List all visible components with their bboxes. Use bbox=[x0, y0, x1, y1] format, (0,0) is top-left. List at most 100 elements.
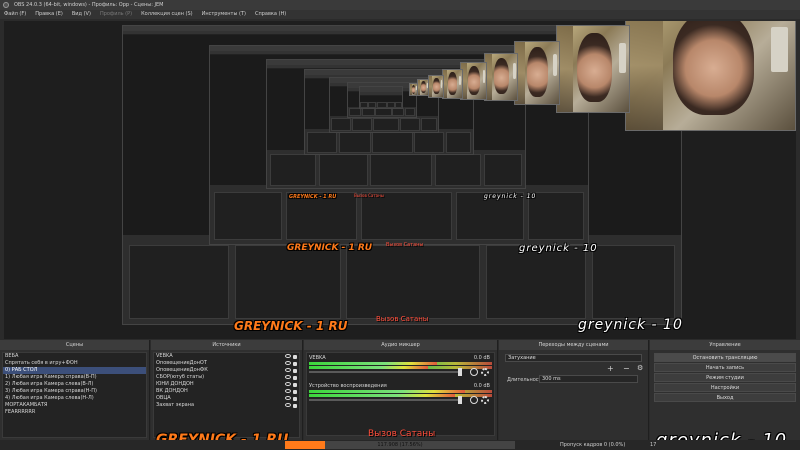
mixer-track-1-volume-slider[interactable] bbox=[309, 368, 462, 376]
lock-icon[interactable] bbox=[293, 397, 297, 401]
scene-item[interactable]: 4) Любая игра Камера слева(Н-Л) bbox=[3, 395, 146, 402]
source-item[interactable]: ОповещениеДонОТ bbox=[154, 360, 299, 367]
webcam-feed bbox=[514, 41, 560, 105]
lock-icon[interactable] bbox=[293, 383, 297, 387]
mixer-track-2-name: Устройство воспроизведения bbox=[309, 383, 387, 389]
lock-icon[interactable] bbox=[293, 362, 297, 366]
scene-item[interactable]: МОРТАКАМБАТЯ bbox=[3, 402, 146, 409]
nested-dock-panel bbox=[434, 154, 482, 186]
nested-dock-panel bbox=[348, 108, 361, 117]
webcam-glass bbox=[416, 86, 417, 91]
eye-icon[interactable] bbox=[285, 361, 291, 365]
nested-obs-window bbox=[359, 86, 403, 109]
scene-item[interactable]: 2) Любая игра Камера слева(В-Л) bbox=[3, 381, 146, 388]
eye-icon[interactable] bbox=[285, 375, 291, 379]
transition-settings-icon[interactable]: ⚙ bbox=[637, 364, 643, 372]
nested-signature: greynick - 10 bbox=[484, 193, 537, 200]
start-recording-button[interactable]: Начать запись bbox=[654, 363, 796, 372]
gear-icon[interactable] bbox=[481, 396, 489, 404]
menu-tools[interactable]: Инструменты (T) bbox=[202, 10, 246, 19]
sources-panel-title: Источники bbox=[151, 340, 302, 350]
nested-dock-panel bbox=[368, 102, 377, 108]
lock-icon[interactable] bbox=[293, 390, 297, 394]
menu-profile[interactable]: Профиль (P) bbox=[100, 10, 132, 19]
settings-button[interactable]: Настройки bbox=[654, 383, 796, 392]
scene-item[interactable]: Спрятать себя в игру+ФОН bbox=[3, 360, 146, 367]
studio-mode-button[interactable]: Режим студии bbox=[654, 373, 796, 382]
source-item[interactable]: ОВЦА bbox=[154, 395, 299, 402]
scene-item[interactable]: 1) Любая игра Камера справа(В-П) bbox=[3, 374, 146, 381]
lock-icon[interactable] bbox=[293, 404, 297, 408]
scene-item[interactable]: 0) РАБ СТОЛ bbox=[3, 367, 146, 374]
nested-dock-panel bbox=[269, 154, 317, 186]
gear-icon[interactable] bbox=[481, 368, 489, 376]
stream-progress-label: 117.908 (17.56%) bbox=[377, 442, 423, 448]
source-item[interactable]: СБОР(ютуб статы) bbox=[154, 374, 299, 381]
mixer-track-1-name: VEBKA bbox=[309, 355, 326, 361]
source-item-icons bbox=[285, 395, 299, 402]
mixer-track-2-volume-knob[interactable] bbox=[458, 396, 462, 404]
source-item-icons bbox=[285, 374, 299, 381]
preview-canvas[interactable]: GREYNICK - 1 RU Вызов Сатаны greynick - 10… bbox=[4, 21, 796, 339]
add-transition-icon[interactable]: + bbox=[607, 364, 614, 373]
source-item[interactable]: VEBKA bbox=[154, 353, 299, 360]
eye-icon[interactable] bbox=[285, 403, 291, 407]
window-title: OBS 24.0.3 (64-bit, windows) - Профиль: … bbox=[14, 2, 164, 8]
webcam-glass bbox=[552, 54, 558, 77]
scene-item[interactable]: FEARRRRRR bbox=[3, 409, 146, 416]
speaker-icon[interactable] bbox=[470, 368, 478, 376]
nested-dock-panel bbox=[346, 245, 481, 319]
mixer-track-1-volume-knob[interactable] bbox=[458, 368, 462, 376]
scene-item[interactable]: ВЕБА bbox=[3, 353, 146, 360]
menu-view[interactable]: Вид (V) bbox=[72, 10, 91, 19]
webcam-head bbox=[448, 72, 458, 95]
mixer-track-2-meter-fill bbox=[309, 390, 465, 393]
lock-icon[interactable] bbox=[293, 376, 297, 380]
menu-help[interactable]: Справка (H) bbox=[255, 10, 286, 19]
nested-dock bbox=[360, 101, 402, 108]
nested-dock-panel bbox=[375, 108, 392, 117]
eye-icon[interactable] bbox=[285, 354, 291, 358]
transition-duration-input[interactable]: 300 ms bbox=[539, 375, 638, 383]
nested-dock-panel bbox=[361, 191, 452, 241]
scenes-list[interactable]: ВЕБА Спрятать себя в игру+ФОН 0) РАБ СТОЛ 1… bbox=[2, 352, 147, 438]
source-item-icons bbox=[285, 381, 299, 388]
source-item-label: ЮНИ ДОНДОН bbox=[156, 381, 194, 387]
exit-button[interactable]: Выход bbox=[654, 393, 796, 402]
remove-transition-icon[interactable]: − bbox=[623, 364, 630, 373]
eye-icon[interactable] bbox=[285, 382, 291, 386]
lock-icon[interactable] bbox=[293, 369, 297, 373]
webcam-feed bbox=[417, 79, 429, 96]
mixer-track-1-meter-right-fill bbox=[309, 366, 428, 369]
mixer-track-1-meter-right bbox=[309, 366, 492, 369]
lock-icon[interactable] bbox=[293, 355, 297, 359]
source-item-label: ОповещениеДонФК bbox=[156, 367, 208, 373]
speaker-icon[interactable] bbox=[470, 396, 478, 404]
sources-list[interactable]: VEBKA ОповещениеДонОТ ОповещениеДонФК СБОР(… bbox=[153, 352, 300, 438]
eye-icon[interactable] bbox=[285, 396, 291, 400]
eye-icon[interactable] bbox=[285, 368, 291, 372]
source-item[interactable]: ОповещениеДонФК bbox=[154, 367, 299, 374]
nested-dock-panel bbox=[591, 245, 676, 319]
transition-type-select[interactable]: Затухание bbox=[505, 354, 642, 362]
mixer-track-2-meter-right-fill bbox=[309, 394, 456, 397]
mixer-track-1-meter bbox=[309, 362, 492, 365]
nested-dock-panel bbox=[373, 117, 400, 132]
menu-scene-collection[interactable]: Коллекция сцен (S) bbox=[141, 10, 193, 19]
controls-title: Управление bbox=[650, 340, 800, 350]
source-item[interactable]: ЮНИ ДОНДОН bbox=[154, 381, 299, 388]
source-item[interactable]: ВК ДОНДОН bbox=[154, 388, 299, 395]
source-item-label: СБОР(ютуб статы) bbox=[156, 374, 205, 380]
nested-watermark: GREYNICK - 1 RU bbox=[234, 319, 348, 333]
mixer-track-2-volume-slider[interactable] bbox=[309, 396, 462, 404]
scene-item[interactable]: 3) Любая игра Камера справа(Н-П) bbox=[3, 388, 146, 395]
source-item-icons bbox=[285, 402, 299, 409]
stop-streaming-button[interactable]: Остановить трансляцию bbox=[654, 353, 796, 362]
menu-file[interactable]: Файл (F) bbox=[4, 10, 26, 19]
webcam-head bbox=[493, 57, 510, 95]
eye-icon[interactable] bbox=[285, 389, 291, 393]
source-item[interactable]: Захват экрана bbox=[154, 402, 299, 409]
nested-dock-panel bbox=[213, 191, 282, 241]
menu-edit[interactable]: Правка (E) bbox=[35, 10, 63, 19]
mixer-track-1-db: 0.0 dB bbox=[473, 355, 490, 361]
